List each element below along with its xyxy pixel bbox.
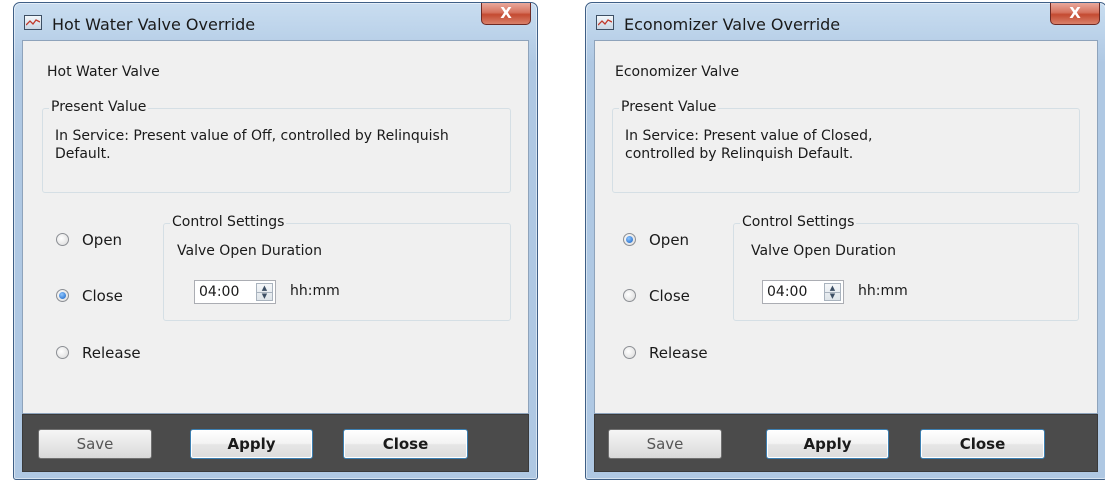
radio-open-circle[interactable]	[56, 233, 69, 246]
save-button[interactable]: Save	[38, 429, 152, 459]
radio-open-circle[interactable]	[623, 233, 636, 246]
control-settings-group: Control Settings Valve Open Duration 04:…	[733, 214, 1079, 321]
valve-open-duration-stepper[interactable]: 04:00 ▲ ▼	[194, 280, 276, 304]
dialog-client-area: Hot Water Valve Present Value In Service…	[22, 40, 529, 414]
radio-close-circle[interactable]	[623, 289, 636, 302]
valve-open-duration-label: Valve Open Duration	[751, 243, 896, 259]
apply-button[interactable]: Apply	[190, 429, 313, 459]
spin-buttons: ▲ ▼	[256, 283, 273, 301]
control-settings-group-title: Control Settings	[170, 214, 287, 230]
close-button[interactable]: Close	[920, 429, 1045, 459]
valve-open-duration-label: Valve Open Duration	[177, 243, 322, 259]
spin-down-arrow-icon[interactable]: ▼	[257, 292, 272, 300]
present-value-group-title: Present Value	[619, 99, 719, 115]
present-value-group: Present Value In Service: Present value …	[42, 99, 511, 193]
dialog-client-area: Economizer Valve Present Value In Servic…	[594, 40, 1098, 414]
button-bar: Save Apply Close	[594, 414, 1098, 472]
radio-release-circle[interactable]	[56, 346, 69, 359]
valve-open-duration-stepper[interactable]: 04:00 ▲ ▼	[762, 280, 844, 304]
control-settings-group: Control Settings Valve Open Duration 04:…	[163, 214, 511, 321]
close-icon[interactable]: X	[481, 3, 531, 25]
radio-close-circle[interactable]	[56, 289, 69, 302]
window-title: Economizer Valve Override	[624, 15, 841, 34]
radio-release-label: Release	[82, 344, 141, 362]
object-name-label: Hot Water Valve	[47, 64, 160, 80]
title-bar[interactable]: Hot Water Valve Override X	[14, 3, 537, 41]
button-bar: Save Apply Close	[22, 414, 529, 472]
save-button[interactable]: Save	[608, 429, 722, 459]
economizer-valve-override-dialog: Economizer Valve Override X Economizer V…	[585, 2, 1105, 480]
present-value-group: Present Value In Service: Present value …	[612, 99, 1080, 193]
present-value-group-title: Present Value	[49, 99, 149, 115]
window-title: Hot Water Valve Override	[52, 15, 256, 34]
radio-release-circle[interactable]	[623, 346, 636, 359]
close-icon[interactable]: X	[1050, 3, 1100, 25]
close-button[interactable]: Close	[343, 429, 468, 459]
spin-buttons: ▲ ▼	[824, 283, 841, 301]
hot-water-valve-override-dialog: Hot Water Valve Override X Hot Water Val…	[13, 2, 538, 480]
title-bar[interactable]: Economizer Valve Override X	[586, 3, 1105, 41]
status-text: In Service: Present value of Off, contro…	[55, 128, 449, 162]
radio-release-label: Release	[649, 344, 708, 362]
status-text: In Service: Present value of Closed, con…	[625, 128, 873, 162]
radio-close-label: Close	[82, 287, 123, 305]
window-app-icon	[596, 15, 614, 30]
radio-close-label: Close	[649, 287, 690, 305]
window-app-icon	[24, 15, 42, 30]
radio-open-label: Open	[82, 231, 123, 249]
control-settings-group-title: Control Settings	[740, 214, 857, 230]
radio-open-label: Open	[649, 231, 690, 249]
spin-down-arrow-icon[interactable]: ▼	[825, 292, 840, 300]
duration-value[interactable]: 04:00	[199, 284, 239, 300]
duration-unit-label: hh:mm	[290, 283, 340, 299]
apply-button[interactable]: Apply	[766, 429, 889, 459]
duration-unit-label: hh:mm	[858, 283, 908, 299]
duration-value[interactable]: 04:00	[767, 284, 807, 300]
object-name-label: Economizer Valve	[615, 64, 740, 80]
